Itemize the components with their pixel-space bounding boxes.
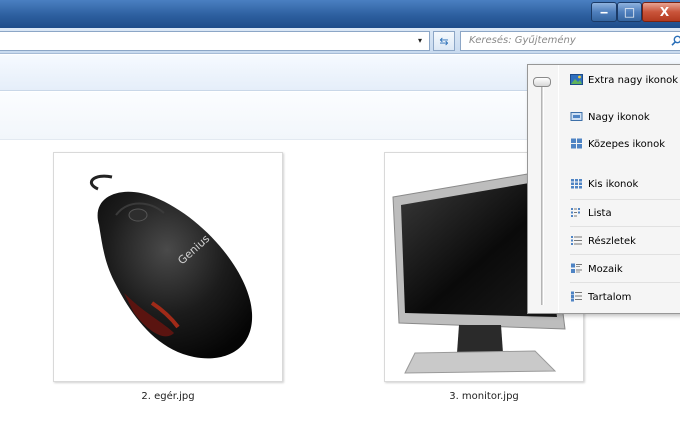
menu-divider [570,199,680,200]
file-name-label: 3. monitor.jpg [449,391,519,402]
search-icon-glyph [671,35,680,46]
list-icon [571,208,580,217]
menu-item-label: Kis ikonok [588,179,639,190]
menu-separator [558,65,559,313]
menu-divider [570,282,680,283]
menu-item-label: Mozaik [588,264,623,275]
menu-item-content[interactable]: Tartalom [570,289,680,307]
minimize-button[interactable]: ‒ [591,2,617,22]
menu-item-label: Részletek [588,236,636,247]
icon-size-slider-thumb[interactable] [533,77,551,87]
address-bar: ▾ ⇆ Keresés: Gyűjtemény [0,28,680,54]
menu-item-list[interactable]: Lista [570,205,680,223]
file-thumbnail-mouse[interactable]: Genius [53,152,283,382]
close-button[interactable]: X [642,2,680,22]
file-name-label: 2. egér.jpg [141,391,195,402]
menu-item-label: Extra nagy ikonok [588,75,679,86]
menu-item-extra-large-icons[interactable]: Extra nagy ikonok [570,72,680,90]
menu-item-label: Közepes ikonok [588,139,666,150]
explorer-window: ‒ □ X ▾ ⇆ Keresés: Gyűjtemény Genius 2. … [0,0,680,425]
menu-item-label: Nagy ikonok [588,112,650,123]
large-icons-icon [570,112,583,121]
title-bar: ‒ □ X [0,0,680,28]
maximize-button[interactable]: □ [617,2,642,22]
refresh-button[interactable]: ⇆ [433,31,455,51]
address-history-dropdown[interactable]: ▾ [418,36,422,45]
extra-large-icons-icon [570,74,583,85]
menu-item-large-icons[interactable]: Nagy ikonok [570,109,680,127]
menu-divider [570,226,680,227]
small-icons-icon [571,179,582,189]
content-icon [571,291,582,302]
address-field[interactable] [0,31,430,51]
tiles-icon [571,263,582,273]
medium-icons-icon [571,138,582,149]
menu-item-tiles[interactable]: Mozaik [570,261,680,279]
icon-size-slider[interactable] [541,81,544,305]
menu-divider [570,254,680,255]
mouse-image: Genius [90,174,253,359]
menu-item-small-icons[interactable]: Kis ikonok [570,176,680,194]
details-icon [571,236,582,245]
menu-item-label: Tartalom [588,292,632,303]
menu-item-medium-icons[interactable]: Közepes ikonok [570,136,680,154]
search-icon[interactable] [671,35,680,49]
view-options-menu: Extra nagy ikonok Nagy ikonok Közepes ik… [527,64,680,314]
menu-item-label: Lista [588,208,612,219]
menu-item-details[interactable]: Részletek [570,233,680,251]
search-input[interactable]: Keresés: Gyűjtemény [460,31,680,51]
